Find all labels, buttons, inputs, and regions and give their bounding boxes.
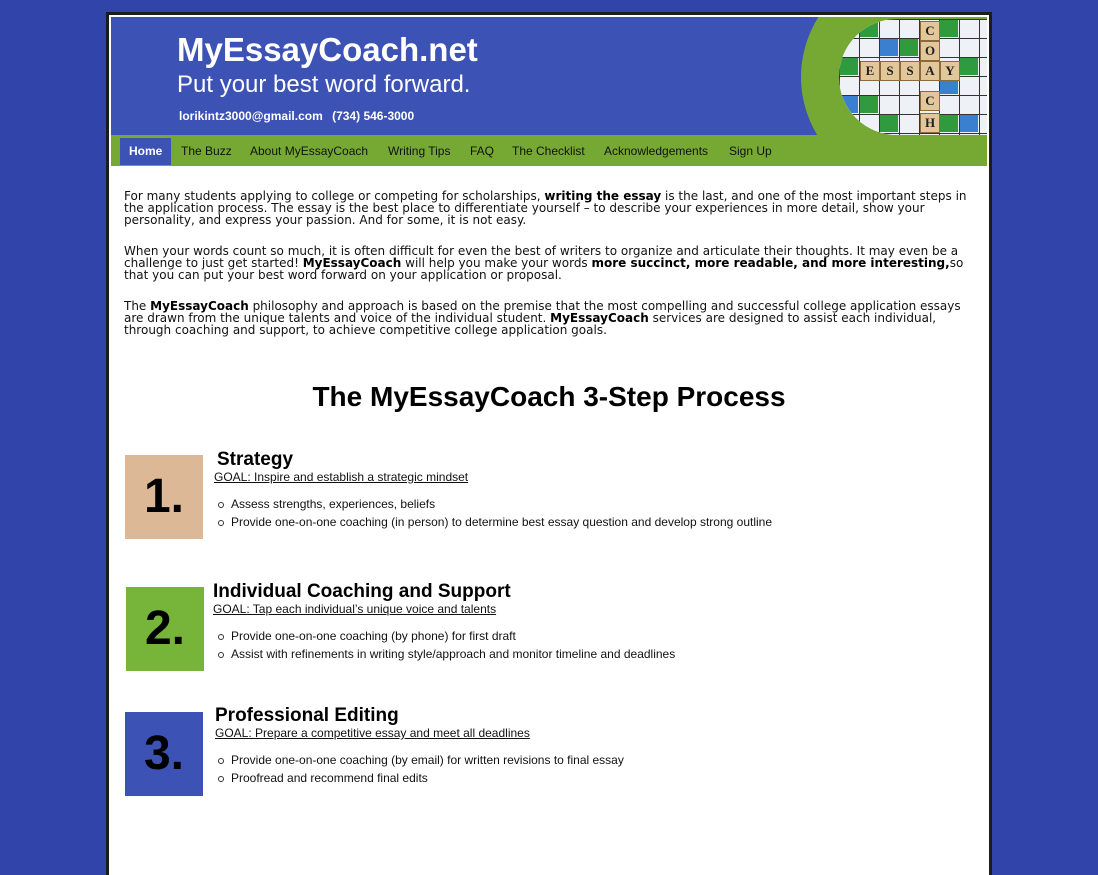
email-link[interactable]: lorikintz3000@gmail.com: [179, 109, 323, 123]
score-square: [880, 115, 898, 132]
nav-home[interactable]: Home: [120, 138, 172, 165]
letter-tile: S: [880, 61, 900, 81]
list-item: Proofread and recommend final edits: [215, 769, 624, 787]
list-item: Provide one-on-one coaching (by phone) f…: [215, 627, 675, 645]
step-1-title: Strategy: [217, 449, 294, 470]
intro-paragraph-1: For many students applying to college or…: [124, 189, 967, 227]
intro-content: For many students applying to college or…: [124, 190, 974, 355]
step-3-title: Professional Editing: [215, 705, 399, 726]
contact-info: lorikintz3000@gmail.com (734) 546-3000: [179, 109, 420, 123]
step-2-bullets: Provide one-on-one coaching (by phone) f…: [215, 627, 675, 663]
intro-paragraph-2: When your words count so much, it is oft…: [124, 244, 964, 282]
letter-tile: C: [920, 91, 940, 111]
score-square: [860, 20, 878, 37]
list-item: Provide one-on-one coaching (in person) …: [215, 513, 772, 531]
list-item: Provide one-on-one coaching (by email) f…: [215, 751, 624, 769]
nav-faq[interactable]: FAQ: [464, 141, 500, 161]
letter-tile: C: [920, 21, 940, 41]
letter-tile: H: [920, 113, 940, 133]
score-square: [940, 20, 958, 37]
score-square: [840, 58, 858, 75]
site-title[interactable]: MyEssayCoach.net: [177, 31, 478, 69]
score-square: [880, 39, 898, 56]
letter-tile: A: [920, 61, 940, 81]
nav-writing-tips[interactable]: Writing Tips: [382, 141, 456, 161]
score-square: [840, 96, 858, 113]
score-square: [900, 39, 918, 56]
step-1-number: 1.: [125, 455, 203, 539]
site-header: MyEssayCoach.net Put your best word forw…: [111, 17, 987, 135]
step-2-title: Individual Coaching and Support: [213, 581, 511, 602]
list-item: Assist with refinements in writing style…: [215, 645, 675, 663]
step-1-goal: GOAL: Inspire and establish a strategic …: [214, 470, 469, 484]
nav-the-checklist[interactable]: The Checklist: [506, 141, 591, 161]
nav-about[interactable]: About MyEssayCoach: [244, 141, 374, 161]
step-3-number: 3.: [125, 712, 203, 796]
tagline: Put your best word forward.: [177, 71, 471, 98]
score-square: [960, 58, 978, 75]
nav-acknowledgements[interactable]: Acknowledgements: [598, 141, 714, 161]
list-item: Assess strengths, experiences, beliefs: [215, 495, 772, 513]
score-square: [960, 115, 978, 132]
step-1-bullets: Assess strengths, experiences, beliefs P…: [215, 495, 772, 531]
score-square: [860, 96, 878, 113]
page-container: MyEssayCoach.net Put your best word forw…: [106, 12, 992, 875]
letter-tile: Y: [940, 61, 960, 81]
step-2-number: 2.: [126, 587, 204, 671]
process-heading: The MyEssayCoach 3-Step Process: [312, 381, 786, 412]
letter-tile: E: [860, 61, 880, 81]
letter-tile: O: [920, 41, 940, 61]
scrabble-board-logo: C O E S S A Y C H: [839, 19, 987, 135]
step-3-goal: GOAL: Prepare a competitive essay and me…: [215, 726, 530, 740]
step-3-bullets: Provide one-on-one coaching (by email) f…: [215, 751, 624, 787]
nav-sign-up[interactable]: Sign Up: [723, 141, 778, 161]
letter-tile: S: [900, 61, 920, 81]
score-square: [940, 115, 958, 132]
nav-the-buzz[interactable]: The Buzz: [175, 141, 238, 161]
step-2-goal: GOAL: Tap each individual’s unique voice…: [213, 602, 497, 616]
intro-paragraph-3: The MyEssayCoach philosophy and approach…: [124, 299, 961, 337]
phone-number: (734) 546-3000: [332, 109, 415, 123]
main-nav: Home The Buzz About MyEssayCoach Writing…: [111, 135, 987, 166]
